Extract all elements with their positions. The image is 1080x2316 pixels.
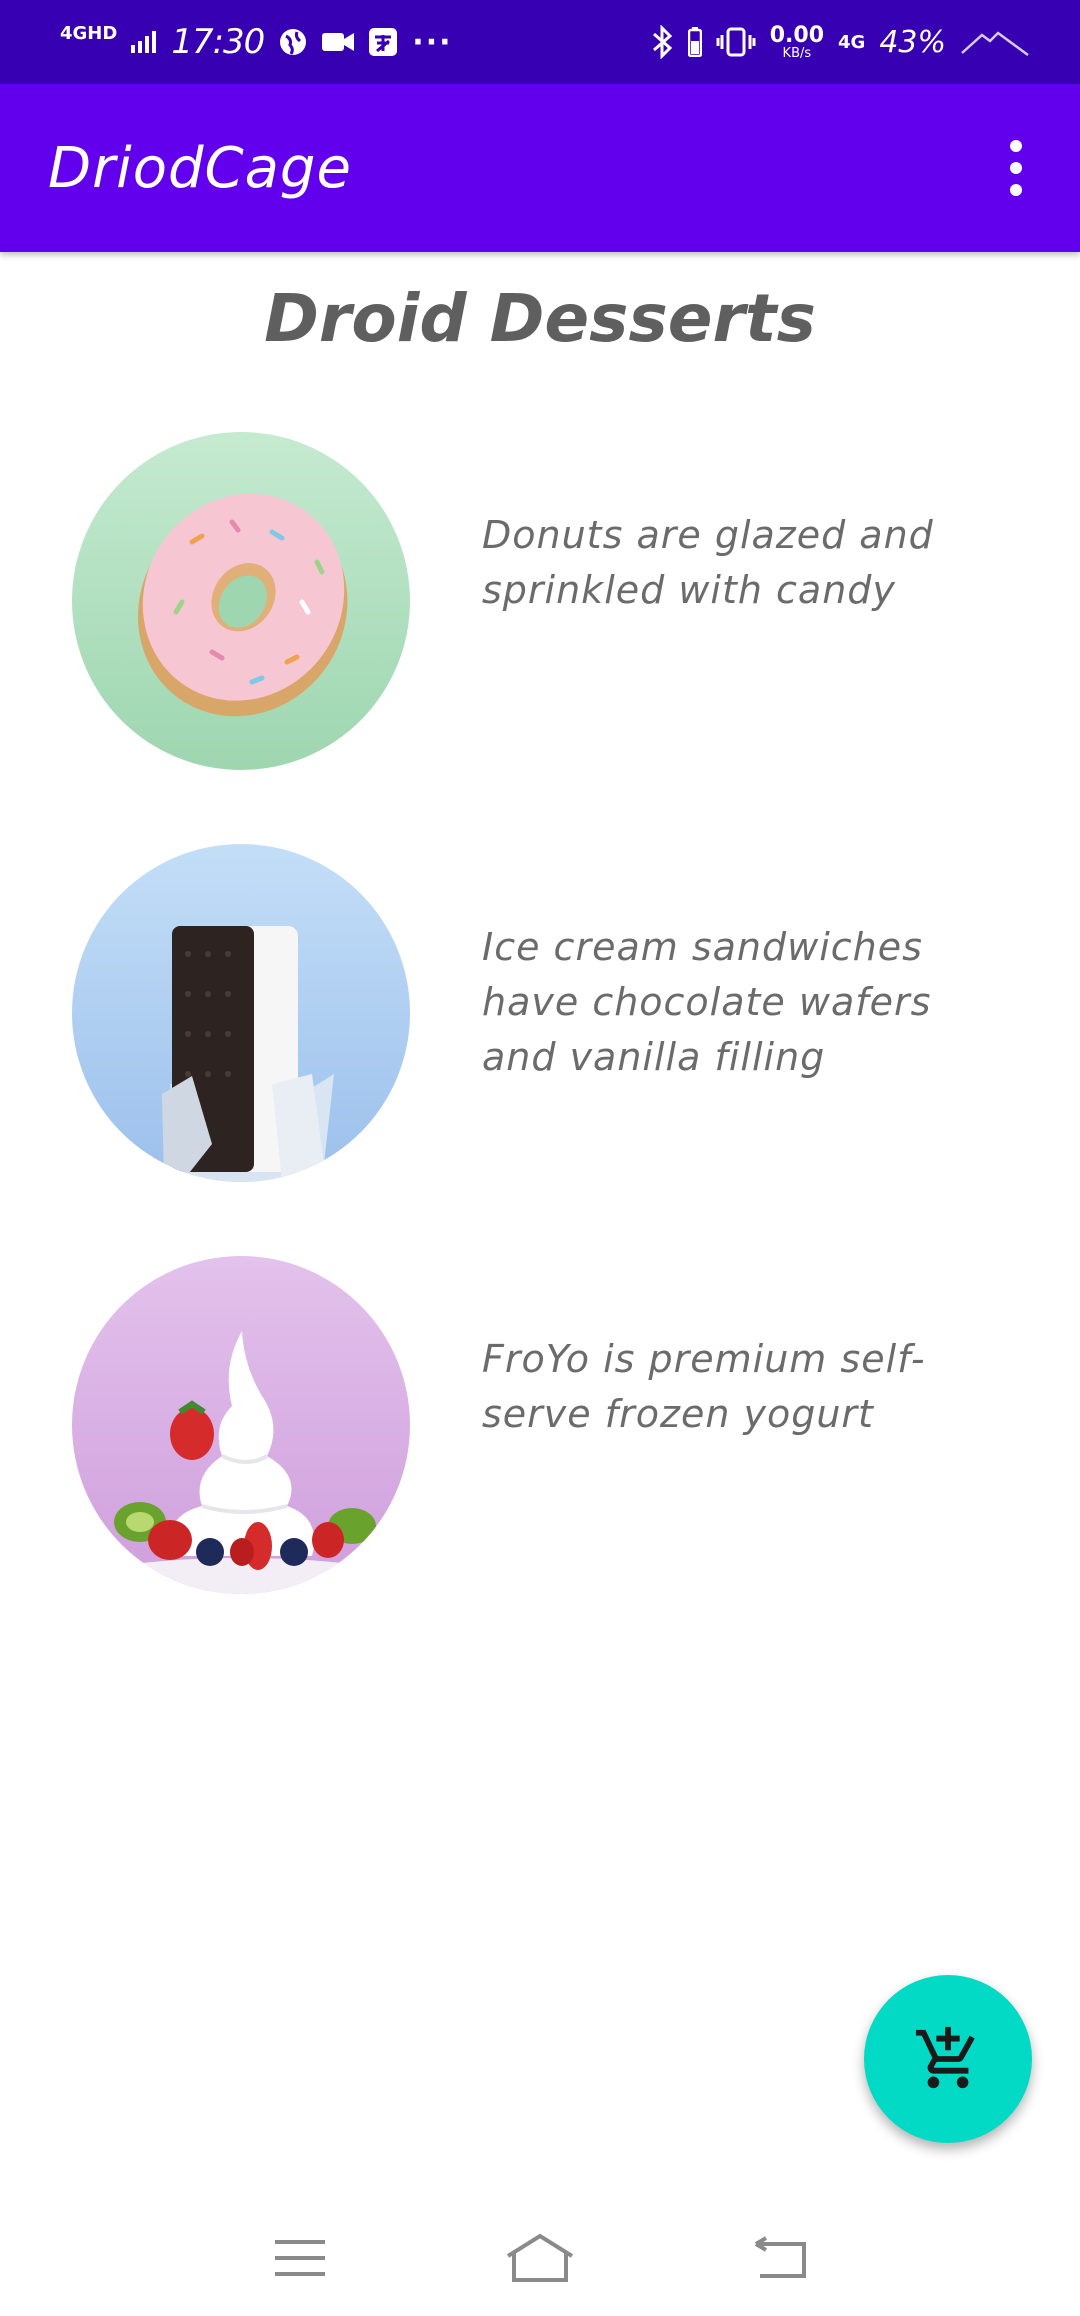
- app-title: DriodCage: [48, 135, 352, 201]
- dessert-item-donut: Donuts are glazed and sprinkled with can…: [72, 432, 1008, 772]
- network-indicator: 4GHD: [60, 23, 118, 44]
- overflow-menu-button[interactable]: [992, 128, 1040, 208]
- recent-apps-button[interactable]: [255, 2223, 345, 2293]
- globe-icon: [278, 27, 308, 57]
- speed-value: 0.00: [769, 22, 824, 48]
- froyo-image[interactable]: [72, 1256, 410, 1594]
- status-bar: 4GHD 17:30 ··· 0.00 KB/s 4G 43%: [0, 0, 1080, 84]
- clock: 17:30: [171, 22, 265, 62]
- back-button[interactable]: [735, 2223, 825, 2293]
- signal-wave-icon: [960, 27, 1030, 57]
- payment-app-icon: [368, 27, 398, 57]
- vibrate-icon: [716, 27, 756, 57]
- system-nav-bar: [0, 2200, 1080, 2316]
- home-icon: [506, 2233, 574, 2282]
- menu-icon: [275, 2240, 325, 2276]
- battery-percent: 43%: [879, 24, 946, 60]
- more-notifications-icon: ···: [412, 24, 453, 60]
- dessert-description: FroYo is premium self-serve frozen yogur…: [482, 1337, 926, 1436]
- more-vert-icon-dot: [1010, 140, 1022, 152]
- back-icon: [754, 2236, 806, 2278]
- dessert-item-ice-cream-sandwich: Ice cream sandwiches have chocolate wafe…: [72, 844, 1008, 1184]
- status-left: 4GHD 17:30 ···: [60, 22, 453, 62]
- signal-icon: [131, 31, 157, 53]
- add-to-cart-fab[interactable]: [864, 1975, 1032, 2143]
- more-vert-icon-dot: [1010, 162, 1022, 174]
- battery-small-icon: [687, 27, 702, 57]
- dessert-description: Donuts are glazed and sprinkled with can…: [482, 513, 934, 612]
- mobile-data-indicator: 4G: [838, 31, 866, 53]
- ice-cream-sandwich-image[interactable]: [72, 844, 410, 1182]
- add-shopping-cart-icon: [915, 2026, 975, 2089]
- speed-unit: KB/s: [782, 45, 812, 61]
- dessert-item-froyo: FroYo is premium self-serve frozen yogur…: [72, 1256, 1008, 1596]
- dessert-description: Ice cream sandwiches have chocolate wafe…: [482, 925, 932, 1079]
- network-speed: 0.00 KB/s: [769, 22, 824, 61]
- app-bar: DriodCage: [0, 84, 1080, 252]
- status-right: 0.00 KB/s 4G 43%: [652, 22, 1030, 61]
- more-vert-icon-dot: [1010, 184, 1022, 196]
- home-button[interactable]: [495, 2223, 585, 2293]
- bluetooth-icon: [652, 25, 674, 59]
- page-heading: Droid Desserts: [264, 280, 816, 357]
- video-icon: [322, 30, 355, 54]
- donut-image[interactable]: [72, 432, 410, 770]
